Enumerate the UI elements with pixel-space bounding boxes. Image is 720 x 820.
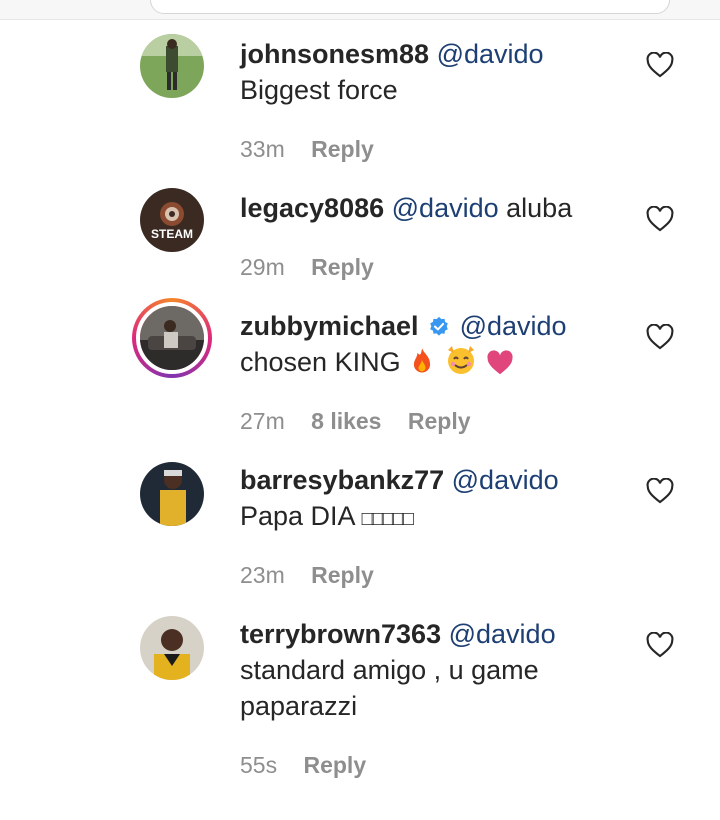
comment-mention[interactable]: @davido [452,465,559,495]
like-heart-icon[interactable] [646,324,674,350]
avatar[interactable] [140,616,204,680]
comment-text: standard amigo , u game paparazzi [240,655,539,721]
fire-emoji-icon [408,346,436,385]
comment-text: Papa DIA [240,501,355,531]
avatar-image [140,306,204,370]
like-heart-icon[interactable] [646,52,674,78]
comment-mention[interactable]: @davido [437,39,544,69]
comment-username[interactable]: zubbymichael [240,311,419,341]
comment-username[interactable]: legacy8086 [240,193,384,223]
avatar-image [140,34,204,98]
avatar-image [140,462,204,526]
comment-likes[interactable]: 8 likes [311,408,381,434]
comment-mention[interactable]: @davido [460,311,567,341]
comment-body: terrybrown7363 @davido standard amigo , … [240,616,620,724]
comment-time: 23m [240,562,285,588]
steam-logo-icon: STEAM [140,188,204,252]
top-bar [0,0,720,20]
comment-mention[interactable]: @davido [449,619,556,649]
reply-button[interactable]: Reply [311,562,374,588]
comment-time: 27m [240,408,285,434]
avatar-image [140,616,204,680]
avatar-story-ring[interactable] [132,298,212,378]
reply-button[interactable]: Reply [408,408,471,434]
reply-button[interactable]: Reply [303,752,366,778]
heart-emoji-icon [485,349,515,385]
comment-time: 29m [240,254,285,280]
comment-username[interactable]: johnsonesm88 [240,39,429,69]
reply-button[interactable]: Reply [311,136,374,162]
comment-input-edge[interactable] [150,0,670,14]
comment-meta: 23m Reply [240,562,394,589]
comment-body: legacy8086 @davido aluba [240,190,620,226]
avatar[interactable]: STEAM [140,188,204,252]
avatar[interactable] [140,462,204,526]
verified-badge-icon [428,311,450,336]
avatar-label: STEAM [151,227,193,241]
smiling-face-emoji-icon [444,344,478,385]
like-heart-icon[interactable] [646,632,674,658]
like-heart-icon[interactable] [646,206,674,232]
comment-meta: 27m 8 likes Reply [240,408,491,435]
missing-glyph-boxes: □□□□□ [361,508,414,530]
like-heart-icon[interactable] [646,478,674,504]
comment-meta: 33m Reply [240,136,394,163]
avatar[interactable] [140,34,204,98]
reply-button[interactable]: Reply [311,254,374,280]
comment-text: Biggest force [240,75,398,105]
comment-meta: 55s Reply [240,752,386,779]
comment-username[interactable]: barresybankz77 [240,465,444,495]
comment-mention[interactable]: @davido [392,193,499,223]
comment-username[interactable]: terrybrown7363 [240,619,441,649]
comment-body: johnsonesm88 @davido Biggest force [240,36,620,108]
comment-text: chosen KING [240,347,401,377]
comment-text: aluba [506,193,573,223]
comment-time: 33m [240,136,285,162]
comment-body: zubbymichael @davido chosen KING [240,308,620,385]
comment-meta: 29m Reply [240,254,394,281]
comment-body: barresybankz77 @davido Papa DIA □□□□□ [240,462,620,537]
comment-time: 55s [240,752,278,778]
